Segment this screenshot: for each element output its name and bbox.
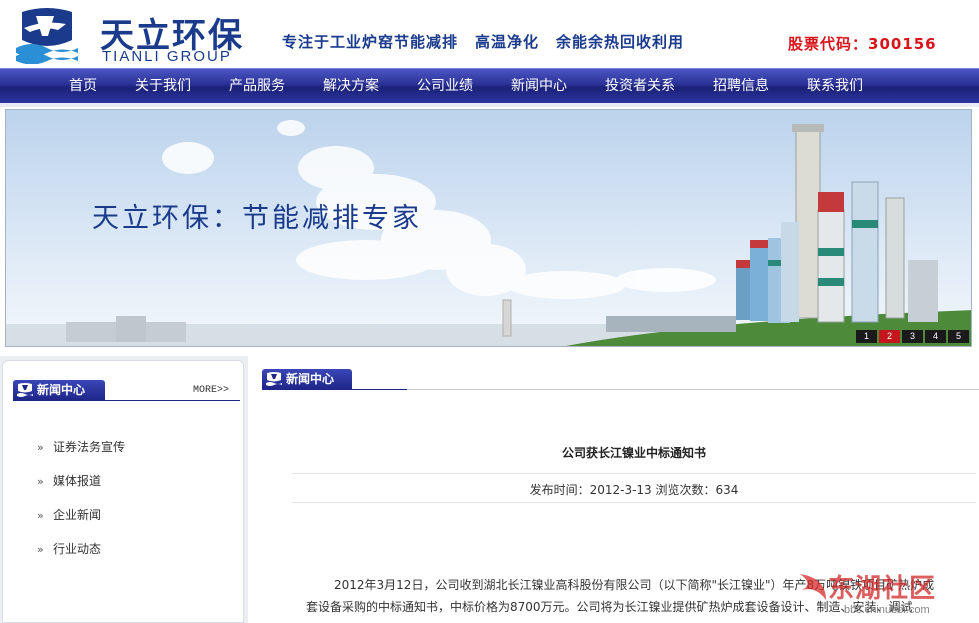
company-logo[interactable]: 天立环保 TIANLI GROUP xyxy=(14,6,246,66)
article-rule-top xyxy=(292,473,976,474)
main-section-title: 新闻中心 xyxy=(286,372,335,386)
sidebar-item-label: 企业新闻 xyxy=(53,508,102,522)
nav-item-products[interactable]: 产品服务 xyxy=(210,69,304,104)
header-slogan: 专注于工业炉窑节能减排 高温净化 余能余热回收利用 xyxy=(282,31,701,52)
chevron-right-icon: » xyxy=(37,441,44,454)
main-nav: 首页 关于我们 产品服务 解决方案 公司业绩 新闻中心 投资者关系 招聘信息 联… xyxy=(0,68,979,103)
logo-mark-icon xyxy=(16,8,78,64)
sidebar-item-company-news[interactable]: » 企业新闻 xyxy=(37,507,125,541)
sidebar-item-industry[interactable]: » 行业动态 xyxy=(37,541,125,575)
main-section-tab: 新闻中心 xyxy=(262,369,352,389)
logo-small-icon xyxy=(17,383,33,397)
article-title: 公司获长江镍业中标通知书 xyxy=(561,446,706,460)
nav-item-contact[interactable]: 联系我们 xyxy=(788,69,882,104)
nav-item-home[interactable]: 首页 xyxy=(50,69,116,104)
slogan-2: 高温净化 xyxy=(475,33,540,51)
chevron-right-icon: » xyxy=(37,475,44,488)
sidebar-list: » 证券法务宣传 » 媒体报道 » 企业新闻 » 行业动态 xyxy=(37,439,125,575)
forum-watermark: 东湖社区 bbs.chinubei.com xyxy=(796,566,976,622)
logo-small-icon xyxy=(266,372,282,386)
nav-item-jobs[interactable]: 招聘信息 xyxy=(694,69,788,104)
nav-item-about[interactable]: 关于我们 xyxy=(116,69,210,104)
article-meta: 发布时间：2012-3-13 浏览次数：634 xyxy=(529,483,739,497)
sidebar-section-title: 新闻中心 xyxy=(37,383,86,397)
main-divider-accent xyxy=(262,389,407,390)
sidebar-item-securities[interactable]: » 证券法务宣传 xyxy=(37,439,125,473)
nav-divider xyxy=(0,103,979,107)
nav-item-performance[interactable]: 公司业绩 xyxy=(398,69,492,104)
sidebar-item-label: 行业动态 xyxy=(53,542,102,556)
hero-banner[interactable]: 天立环保：节能减排专家 1 2 3 4 5 xyxy=(5,109,972,347)
pager-button-2[interactable]: 2 xyxy=(879,330,900,343)
site-header: 天立环保 TIANLI GROUP 专注于工业炉窑节能减排 高温净化 余能余热回收利… xyxy=(0,0,979,68)
sidebar-item-media[interactable]: » 媒体报道 xyxy=(37,473,125,507)
slogan-3: 余能余热回收利用 xyxy=(556,33,685,51)
watermark-swirl-icon xyxy=(800,574,826,600)
factory-towers xyxy=(736,124,938,323)
stock-code: 股票代码：300156 xyxy=(788,35,937,53)
pager-button-3[interactable]: 3 xyxy=(902,330,923,343)
nav-item-investors[interactable]: 投资者关系 xyxy=(586,69,694,104)
nav-item-solutions[interactable]: 解决方案 xyxy=(304,69,398,104)
more-link[interactable]: MORE>> xyxy=(193,385,229,396)
article-rule-bottom xyxy=(292,502,976,503)
pager-button-5[interactable]: 5 xyxy=(948,330,969,343)
watermark-url: bbs.chinubei.com xyxy=(844,604,930,616)
chevron-right-icon: » xyxy=(37,543,44,556)
logo-english-name: TIANLI GROUP xyxy=(102,48,232,65)
sidebar-divider xyxy=(13,400,240,401)
sidebar-section-tab: 新闻中心 xyxy=(13,380,105,400)
chevron-right-icon: » xyxy=(37,509,44,522)
slogan-1: 专注于工业炉窑节能减排 xyxy=(282,33,459,51)
sidebar: 新闻中心 MORE>> » 证券法务宣传 » 媒体报道 » 企业新闻 » 行业动态 xyxy=(0,356,248,623)
nav-item-news[interactable]: 新闻中心 xyxy=(492,69,586,104)
nav-items: 首页 关于我们 产品服务 解决方案 公司业绩 新闻中心 投资者关系 招聘信息 联… xyxy=(50,69,882,104)
pager-button-1[interactable]: 1 xyxy=(856,330,877,343)
pager-button-4[interactable]: 4 xyxy=(925,330,946,343)
banner-title: 天立环保：节能减排专家 xyxy=(92,203,422,234)
banner-pager: 1 2 3 4 5 xyxy=(856,330,969,343)
sidebar-item-label: 媒体报道 xyxy=(53,474,102,488)
sidebar-item-label: 证券法务宣传 xyxy=(53,440,126,454)
sidebar-panel: 新闻中心 MORE>> » 证券法务宣传 » 媒体报道 » 企业新闻 » 行业动态 xyxy=(2,360,244,623)
watermark-text: 东湖社区 xyxy=(828,574,937,604)
